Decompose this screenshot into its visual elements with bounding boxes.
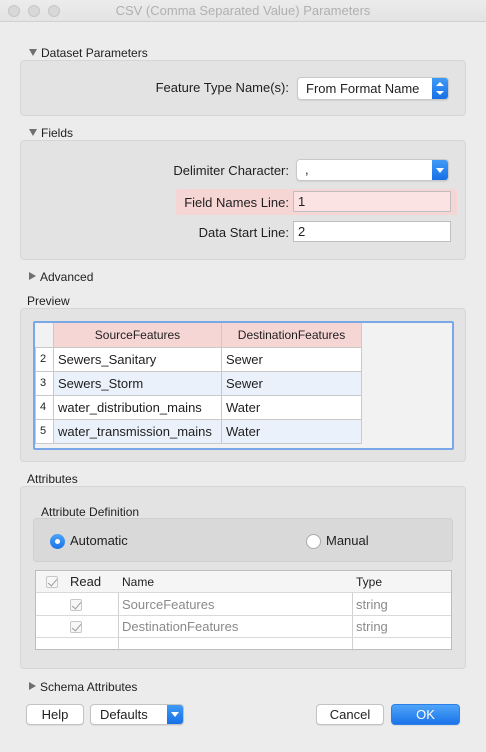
row-number: 4 [35, 394, 54, 420]
chevron-down-icon [167, 705, 183, 724]
defaults-label: Defaults [100, 707, 148, 722]
data-start-line-label: Data Start Line: [198, 225, 289, 240]
table-row[interactable]: SourceFeatures string [36, 594, 451, 616]
attributes-panel: Attribute Definition Automatic Manual Re… [20, 486, 466, 669]
preview-panel: SourceFeatures DestinationFeatures 2 Sew… [20, 308, 466, 462]
attribute-name-cell: SourceFeatures [122, 597, 215, 612]
disclosure-down-icon [29, 49, 37, 56]
preview-col-destination[interactable]: DestinationFeatures [221, 323, 362, 348]
dataset-parameters-panel: Feature Type Name(s): From Format Name [20, 60, 466, 116]
table-row[interactable]: 5 water_transmission_mains Water [35, 418, 362, 444]
close-window-button[interactable] [8, 5, 20, 17]
automatic-radio-option[interactable]: Automatic [50, 533, 170, 551]
dataset-parameters-header: Dataset Parameters [41, 46, 148, 60]
delimiter-value: , [305, 162, 309, 177]
manual-label: Manual [326, 533, 369, 548]
read-all-checkbox[interactable] [46, 576, 58, 588]
window-title: CSV (Comma Separated Value) Parameters [115, 3, 371, 18]
preview-cell-source: water_transmission_mains [53, 418, 222, 444]
attribute-type-cell: string [356, 597, 388, 612]
preview-cell-destination: Sewer [221, 370, 362, 396]
name-column-header[interactable]: Name [122, 571, 154, 593]
data-start-line-input[interactable]: 2 [293, 221, 451, 242]
preview-cell-source: water_distribution_mains [53, 394, 222, 420]
attributes-header: Attributes [27, 472, 78, 486]
type-column-header[interactable]: Type [356, 571, 382, 593]
table-row[interactable]: 4 water_distribution_mains Water [35, 394, 362, 420]
fields-panel: Delimiter Character: , Field Names Line:… [20, 140, 466, 260]
cancel-button[interactable]: Cancel [316, 704, 384, 725]
preview-table-frame[interactable]: SourceFeatures DestinationFeatures 2 Sew… [33, 321, 454, 450]
preview-cell-source: Sewers_Sanitary [53, 346, 222, 372]
zoom-window-button[interactable] [48, 5, 60, 17]
read-checkbox[interactable] [70, 599, 82, 611]
preview-cell-destination: Water [221, 418, 362, 444]
feature-type-label: Feature Type Name(s): [155, 80, 289, 95]
attribute-name-cell: DestinationFeatures [122, 619, 239, 634]
preview-table: SourceFeatures DestinationFeatures 2 Sew… [35, 323, 362, 444]
feature-type-value: From Format Name [306, 81, 420, 96]
advanced-header: Advanced [40, 270, 94, 284]
attributes-table: Read Name Type SourceFeatures string Des… [35, 570, 452, 651]
table-row[interactable]: 2 Sewers_Sanitary Sewer [35, 346, 362, 372]
preview-cell-destination: Water [221, 394, 362, 420]
preview-cell-source: Sewers_Storm [53, 370, 222, 396]
table-row[interactable]: 3 Sewers_Storm Sewer [35, 370, 362, 396]
preview-cell-destination: Sewer [221, 346, 362, 372]
attribute-definition-box: Automatic Manual [33, 518, 453, 562]
title-bar: CSV (Comma Separated Value) Parameters [0, 0, 486, 22]
automatic-label: Automatic [70, 533, 128, 548]
read-column-header[interactable]: Read [70, 571, 101, 593]
row-number: 3 [35, 370, 54, 396]
disclosure-right-icon [29, 272, 36, 280]
fields-toggle[interactable]: Fields [29, 126, 73, 140]
chevron-down-icon [432, 160, 448, 180]
help-button[interactable]: Help [26, 704, 84, 725]
attribute-type-cell: string [356, 619, 388, 634]
advanced-toggle[interactable]: Advanced [29, 270, 93, 284]
preview-header: Preview [27, 294, 70, 308]
row-number-header [35, 323, 54, 347]
attributes-header-row: Read Name Type [36, 571, 451, 593]
table-row[interactable]: DestinationFeatures string [36, 616, 451, 638]
up-down-arrows-icon [432, 78, 448, 99]
csv-parameters-dialog: CSV (Comma Separated Value) Parameters D… [0, 0, 486, 752]
defaults-button[interactable]: Defaults [90, 704, 184, 725]
read-checkbox[interactable] [70, 621, 82, 633]
delimiter-label: Delimiter Character: [173, 163, 289, 178]
manual-radio[interactable] [306, 534, 321, 549]
row-number: 5 [35, 418, 54, 444]
fields-header: Fields [41, 126, 74, 140]
disclosure-down-icon [29, 129, 37, 136]
minimize-window-button[interactable] [28, 5, 40, 17]
dataset-parameters-toggle[interactable]: Dataset Parameters [29, 46, 148, 60]
schema-attributes-header: Schema Attributes [40, 680, 138, 694]
automatic-radio[interactable] [50, 534, 65, 549]
preview-col-source[interactable]: SourceFeatures [53, 323, 222, 348]
attribute-definition-header: Attribute Definition [41, 505, 140, 519]
ok-button[interactable]: OK [391, 704, 460, 725]
row-number: 2 [35, 346, 54, 372]
field-names-line-label: Field Names Line: [184, 195, 289, 210]
field-names-line-input[interactable]: 1 [293, 191, 451, 212]
schema-attributes-toggle[interactable]: Schema Attributes [29, 680, 137, 694]
manual-radio-option[interactable]: Manual [306, 533, 426, 551]
delimiter-select[interactable]: , [296, 159, 449, 181]
feature-type-select[interactable]: From Format Name [297, 77, 449, 100]
disclosure-right-icon [29, 682, 36, 690]
